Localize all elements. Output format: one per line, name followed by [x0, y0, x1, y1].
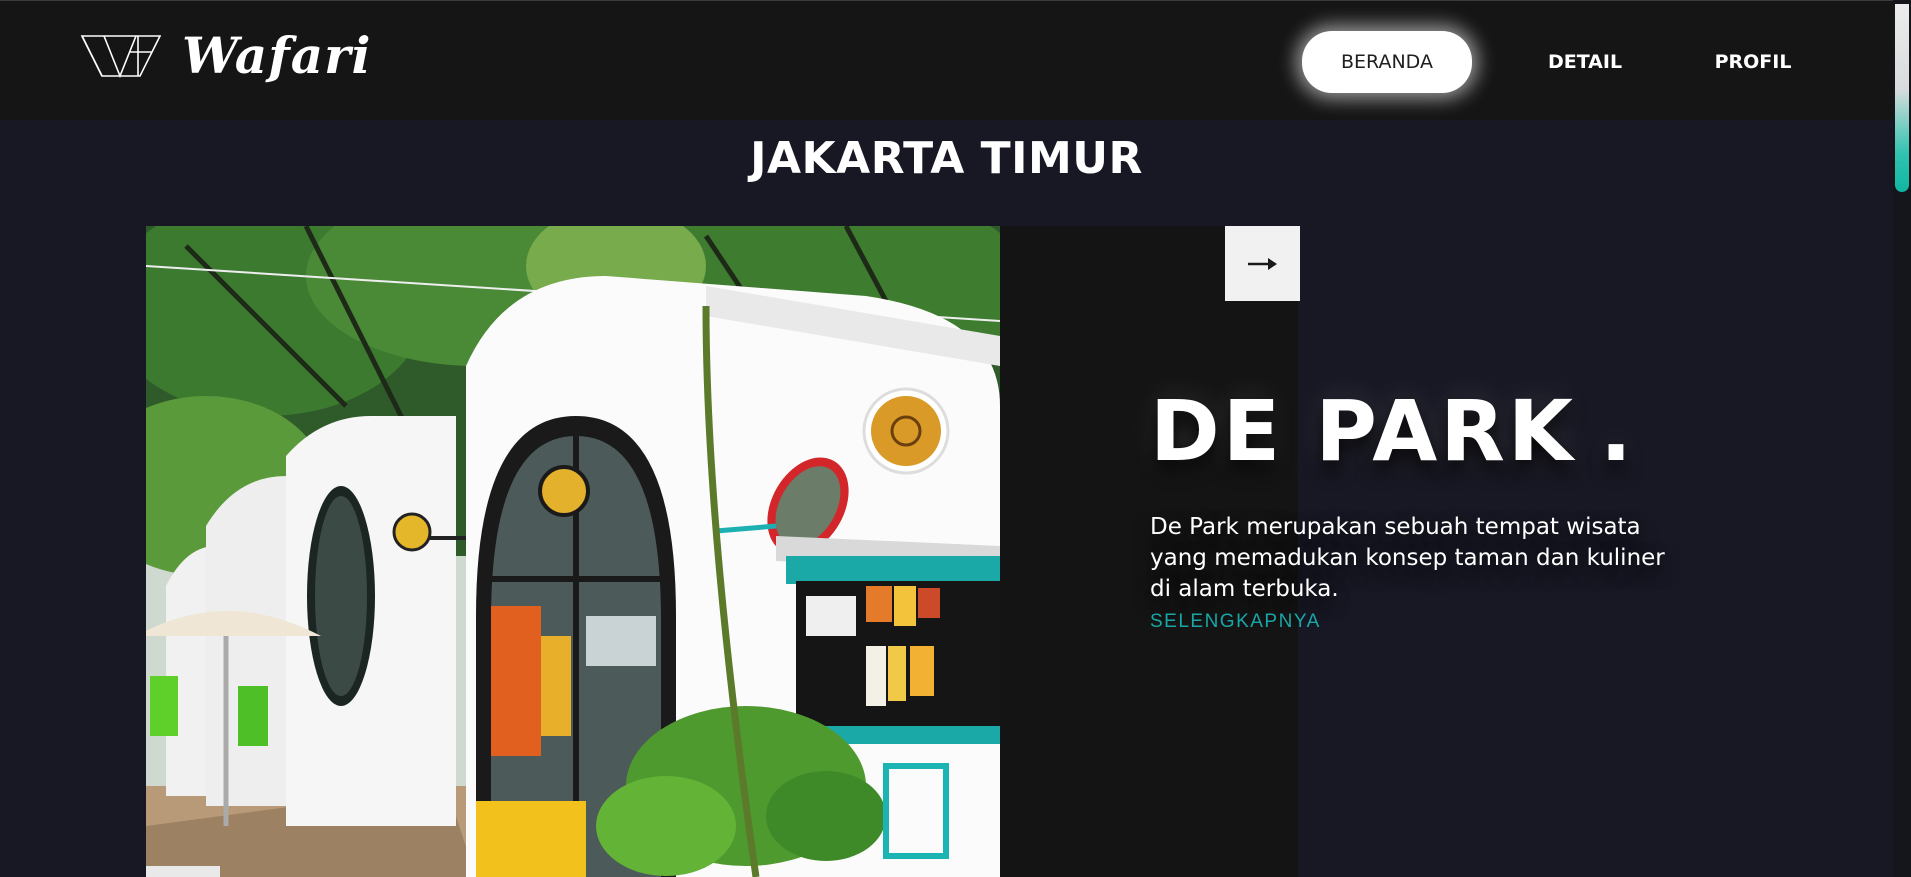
- page: Wafari BERANDA DETAIL PROFIL JAKARTA TIM…: [0, 0, 1911, 877]
- slide-indicator[interactable]: [146, 866, 220, 877]
- next-slide-button[interactable]: [1225, 226, 1300, 301]
- read-more-link[interactable]: SELENGKAPNYA: [1150, 611, 1321, 633]
- brand-logo[interactable]: Wafari: [80, 31, 371, 81]
- nav-detail[interactable]: DETAIL: [1530, 31, 1640, 93]
- arrow-right-icon: [1247, 257, 1277, 270]
- slide-photo: [146, 226, 1000, 877]
- top-navbar: Wafari BERANDA DETAIL PROFIL: [0, 0, 1911, 120]
- main-nav: BERANDA DETAIL PROFIL: [1302, 31, 1808, 93]
- nav-beranda[interactable]: BERANDA: [1302, 31, 1472, 93]
- place-description: De Park merupakan sebuah tempat wisata y…: [1150, 514, 1665, 602]
- brand-name: Wafari: [182, 26, 372, 85]
- place-title-suffix: .: [1600, 382, 1635, 480]
- region-title: JAKARTA TIMUR: [750, 133, 1143, 184]
- wafari-logo-icon: [80, 35, 162, 79]
- place-title: DE PARK.: [1150, 382, 1635, 480]
- scrollbar-thumb[interactable]: [1895, 4, 1909, 192]
- place-title-text: DE PARK: [1150, 382, 1576, 480]
- nav-profil[interactable]: PROFIL: [1698, 31, 1808, 93]
